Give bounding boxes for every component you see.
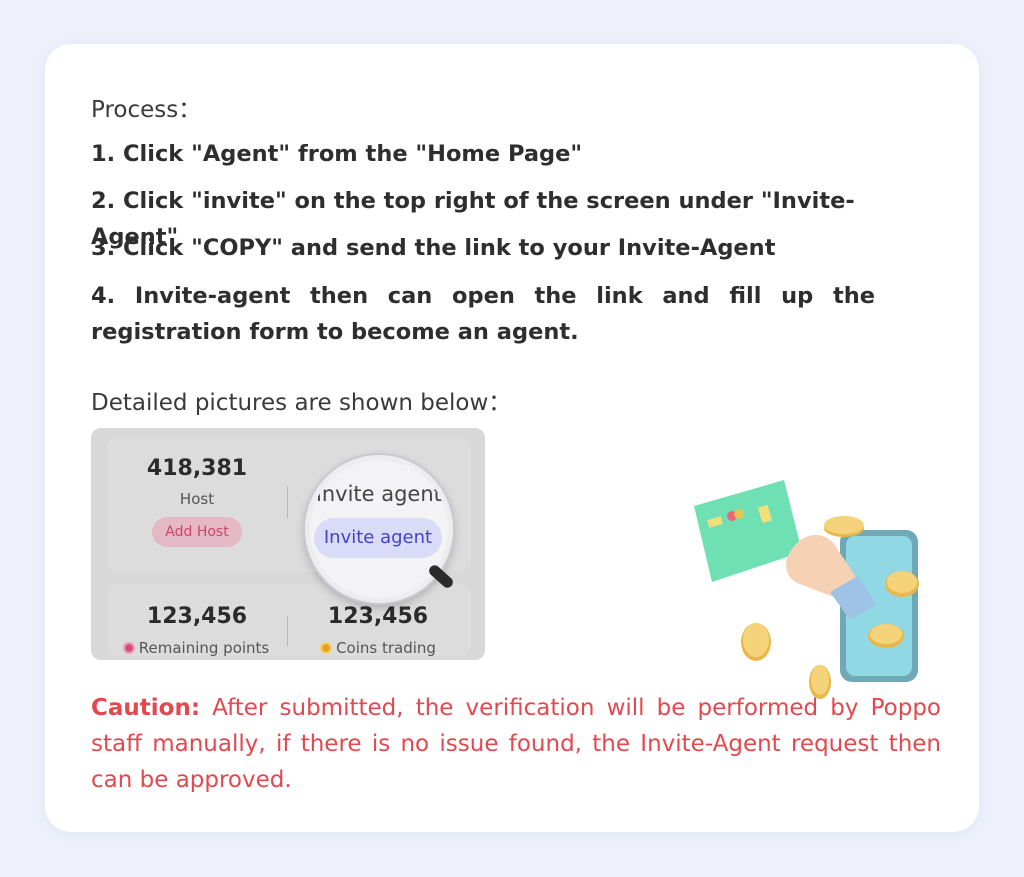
process-step-4: 4. Invite-agent then can open the link a… (91, 283, 875, 345)
detail-pictures-label: Detailed pictures are shown below： (91, 390, 512, 416)
magnifier-lens: invite agent Invite agent (305, 455, 453, 603)
process-step-1: 1. Click "Agent" from the "Home Page" (91, 141, 583, 167)
process-step-3: 3. Click "COPY" and send the link to you… (91, 235, 776, 261)
points-coin-icon (122, 642, 135, 654)
stats-divider-top (287, 486, 288, 518)
coins-trading-value: 123,456 (327, 604, 429, 629)
remaining-points-label: Remaining points (138, 639, 270, 657)
magnified-invite-agent-text: invite agent (316, 482, 442, 506)
host-count: 418,381 (146, 456, 248, 481)
app-screenshot: 418,381 Host Add Host 123,456 Remaining … (91, 428, 485, 660)
process-heading: Process： (91, 97, 202, 123)
add-host-button[interactable]: Add Host (152, 517, 242, 547)
caution-note: Caution: After submitted, the verificati… (91, 690, 941, 798)
gold-coin-icon (320, 642, 333, 654)
stats-divider-bottom (287, 616, 288, 646)
caution-text: After submitted, the verification will b… (91, 695, 941, 793)
coins-trading-row: Coins trading (313, 639, 443, 657)
remaining-points-value: 123,456 (146, 604, 248, 629)
caution-label: Caution: (91, 695, 201, 721)
invite-agent-button[interactable]: Invite agent (314, 518, 442, 558)
coins-trading-label: Coins trading (336, 639, 436, 657)
host-label: Host (179, 490, 215, 508)
payment-illustration (694, 480, 919, 699)
remaining-points-row: Remaining points (121, 639, 271, 657)
bank-card-icon (694, 480, 802, 582)
